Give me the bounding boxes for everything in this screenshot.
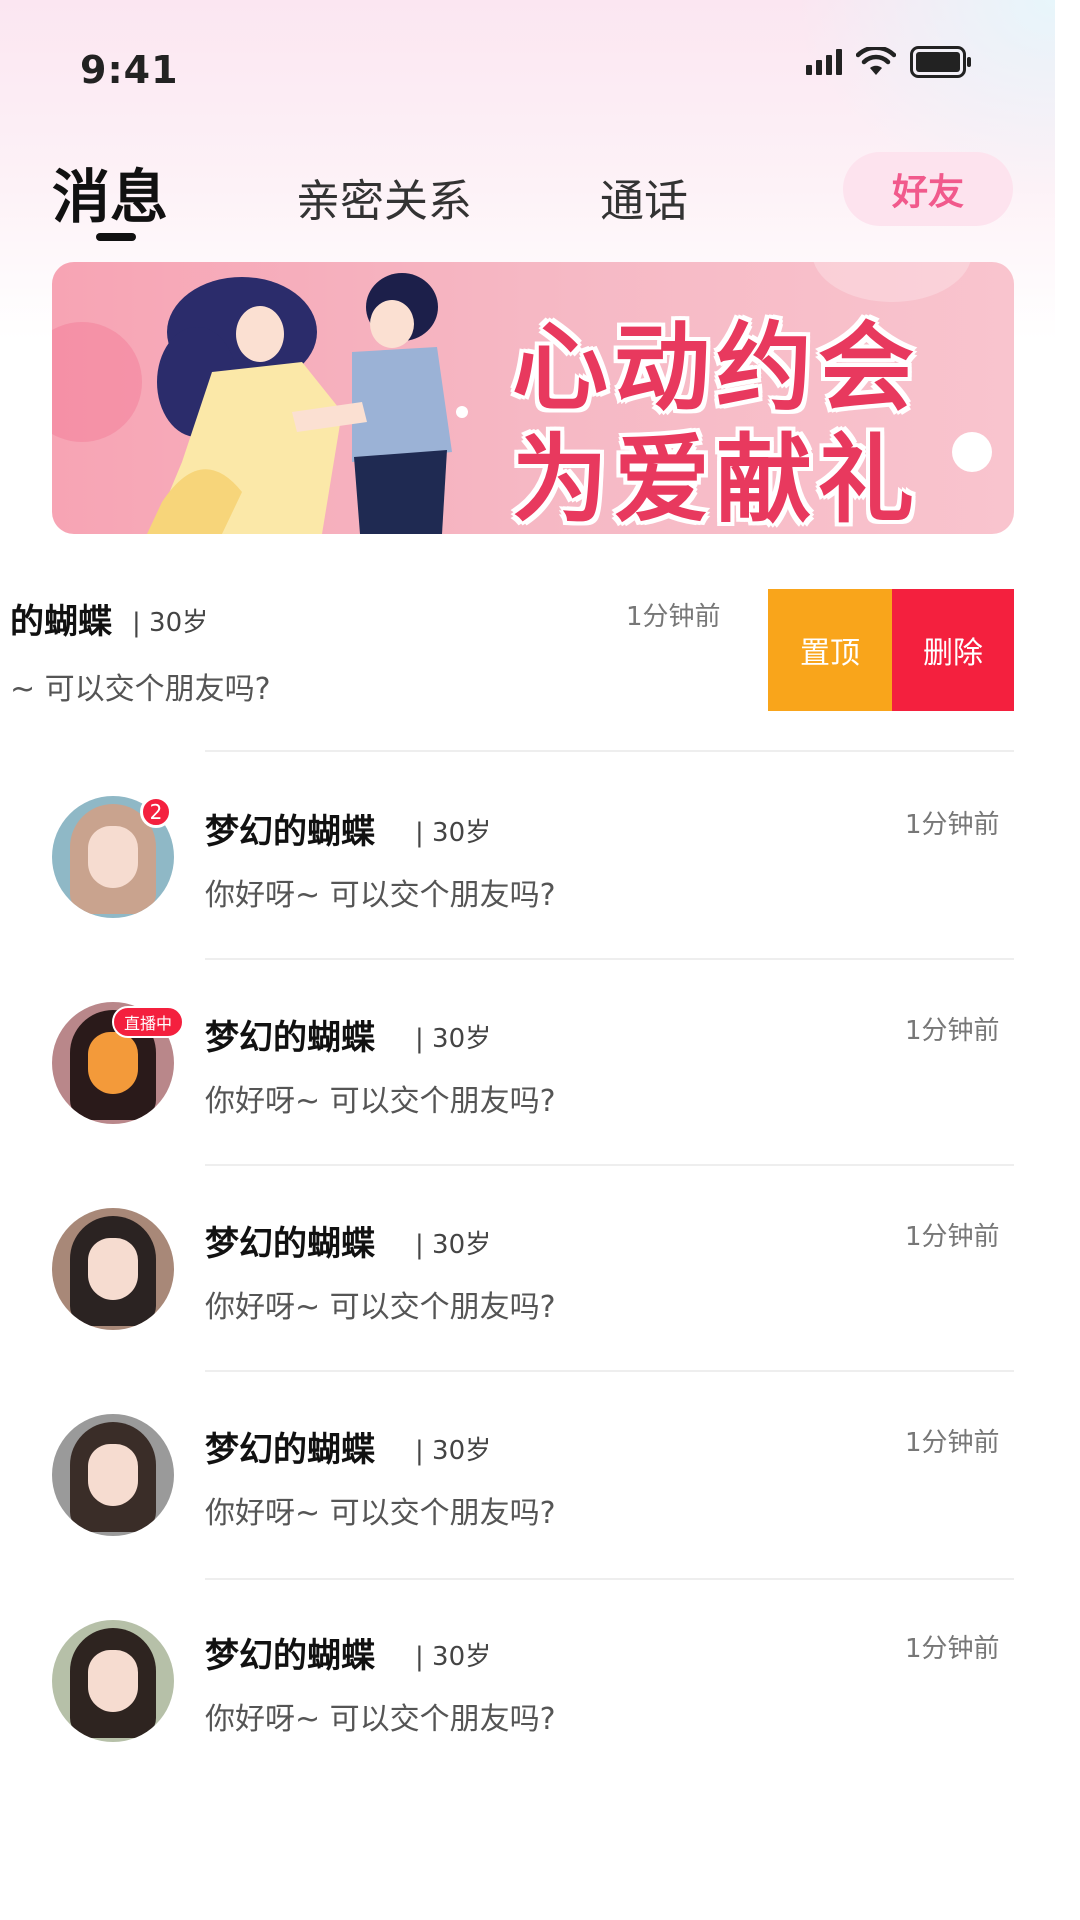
- contact-age: | 30岁: [415, 1436, 492, 1466]
- last-message: 你好呀~ 可以交个朋友吗?: [205, 1702, 556, 1737]
- avatar: [52, 1414, 174, 1536]
- contact-age: | 30岁: [415, 1642, 492, 1672]
- unread-badge: 2: [140, 796, 172, 828]
- message-time: 1分钟前: [905, 1222, 1000, 1252]
- contact-name: 梦幻的蝴蝶: [205, 1018, 375, 1058]
- contact-name: 梦幻的蝴蝶: [205, 812, 375, 852]
- active-tab-indicator: [96, 233, 136, 241]
- screen-margin: [1055, 0, 1080, 1920]
- chat-list-item[interactable]: 梦幻的蝴蝶 | 30岁 你好呀~ 可以交个朋友吗? 1分钟前: [0, 1620, 1055, 1826]
- friends-button[interactable]: 好友: [843, 152, 1013, 226]
- chat-list-item[interactable]: 2 梦幻的蝴蝶 | 30岁 你好呀~ 可以交个朋友吗? 1分钟前: [0, 796, 1055, 1002]
- contact-age: | 30岁: [415, 1230, 492, 1260]
- avatar: [52, 1620, 174, 1742]
- tab-messages[interactable]: 消息: [52, 150, 168, 234]
- contact-name: 的蝴蝶: [10, 602, 112, 642]
- chat-list-item[interactable]: 梦幻的蝴蝶 | 30岁 你好呀~ 可以交个朋友吗? 1分钟前: [0, 1208, 1055, 1414]
- flower-decoration: [952, 432, 992, 472]
- message-time: 1分钟前: [905, 1634, 1000, 1664]
- message-time: 1分钟前: [626, 602, 721, 632]
- status-time: 9:41: [80, 48, 179, 92]
- last-message: 你好呀~ 可以交个朋友吗?: [205, 1496, 556, 1531]
- last-message: 你好呀~ 可以交个朋友吗?: [205, 878, 556, 913]
- tab-intimacy[interactable]: 亲密关系: [296, 165, 472, 229]
- tab-calls[interactable]: 通话: [600, 165, 688, 229]
- chat-list-item[interactable]: 直播中 梦幻的蝴蝶 | 30岁 你好呀~ 可以交个朋友吗? 1分钟前: [0, 1002, 1055, 1208]
- contact-age: | 30岁: [132, 608, 209, 638]
- contact-name: 梦幻的蝴蝶: [205, 1224, 375, 1264]
- live-badge: 直播中: [112, 1006, 185, 1038]
- message-time: 1分钟前: [905, 1428, 1000, 1458]
- pin-button[interactable]: 置顶: [768, 589, 892, 711]
- divider: [205, 1370, 1014, 1372]
- divider: [205, 750, 1014, 752]
- delete-button[interactable]: 删除: [892, 589, 1014, 711]
- divider: [205, 958, 1014, 960]
- last-message: ~ 可以交个朋友吗?: [10, 672, 271, 707]
- divider: [205, 1164, 1014, 1166]
- contact-age: | 30岁: [415, 818, 492, 848]
- contact-name: 梦幻的蝴蝶: [205, 1636, 375, 1676]
- contact-name: 梦幻的蝴蝶: [205, 1430, 375, 1470]
- battery-icon: [910, 46, 972, 78]
- status-icons: [806, 46, 972, 78]
- message-time: 1分钟前: [905, 1016, 1000, 1046]
- message-time: 1分钟前: [905, 810, 1000, 840]
- banner-subtitle: 为爱献礼: [512, 424, 920, 534]
- avatar: [52, 1208, 174, 1330]
- contact-age: | 30岁: [415, 1024, 492, 1054]
- message-screen: 9:41 消息 亲密关系 通话 好友 心动约会 为爱献礼 的蝴蝶 | 30岁 ~…: [0, 0, 1055, 1920]
- last-message: 你好呀~ 可以交个朋友吗?: [205, 1084, 556, 1119]
- last-message: 你好呀~ 可以交个朋友吗?: [205, 1290, 556, 1325]
- couple-illustration: [147, 273, 468, 534]
- wifi-icon: [856, 47, 896, 77]
- chat-list-item[interactable]: 梦幻的蝴蝶 | 30岁 你好呀~ 可以交个朋友吗? 1分钟前: [0, 1414, 1055, 1620]
- cellular-signal-icon: [806, 49, 842, 75]
- divider: [205, 1578, 1014, 1580]
- promo-banner[interactable]: 心动约会 为爱献礼: [52, 262, 1014, 534]
